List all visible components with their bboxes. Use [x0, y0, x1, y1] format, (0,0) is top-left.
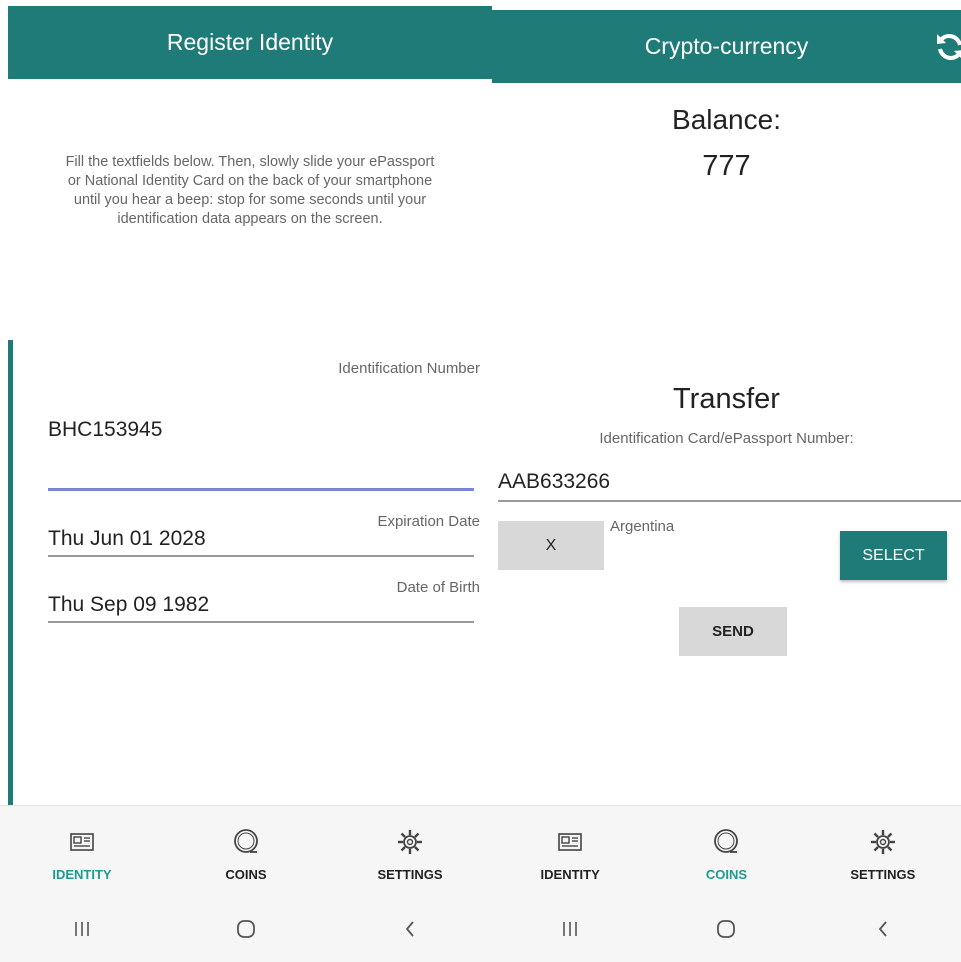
recipient-number-underline [498, 500, 961, 502]
nav-identity[interactable]: IDENTITY [492, 806, 648, 901]
nav-settings[interactable]: SETTINGS [805, 806, 961, 901]
refresh-icon[interactable] [933, 30, 961, 64]
recipient-number-field[interactable]: AAB633266 [498, 470, 610, 494]
id-number-field[interactable]: BHC153945 [48, 418, 162, 442]
recent-apps-button[interactable] [492, 917, 648, 946]
nav-settings-label: SETTINGS [850, 867, 916, 882]
bottom-nav: IDENTITY COINS SETTINGS [0, 805, 492, 901]
expiration-date-underline [48, 555, 474, 557]
system-nav-bar [492, 900, 961, 962]
instructions-text: Fill the textfields below. Then, slowly … [65, 154, 435, 227]
nav-identity-label: IDENTITY [52, 867, 112, 882]
back-button[interactable] [805, 917, 961, 946]
back-icon [398, 917, 422, 946]
home-icon [234, 917, 258, 946]
nav-settings-label: SETTINGS [377, 867, 443, 882]
send-button[interactable]: SEND [679, 607, 787, 656]
expiration-date-field[interactable]: Thu Jun 01 2028 [48, 527, 206, 551]
date-of-birth-label: Date of Birth [396, 579, 480, 596]
bottom-nav: IDENTITY COINS SETTINGS [492, 805, 961, 901]
app-bar: Register Identity [8, 6, 492, 79]
expiration-date-label: Expiration Date [377, 513, 480, 530]
home-button[interactable] [648, 917, 804, 946]
recent-apps-button[interactable] [0, 917, 164, 946]
nav-coins-label: COINS [705, 867, 748, 882]
register-identity-screen: Register Identity Fill the textfields be… [0, 0, 492, 962]
back-icon [871, 917, 895, 946]
gear-icon [394, 826, 426, 863]
app-bar: Crypto-currency [492, 10, 961, 83]
balance-value: 777 [702, 150, 751, 182]
balance-label: Balance: [672, 104, 781, 135]
id-number-label: Identification Number [338, 360, 480, 377]
id-number-underline [48, 488, 474, 491]
recent-apps-icon [70, 917, 94, 946]
gear-icon [867, 826, 899, 863]
recent-apps-icon [558, 917, 582, 946]
select-country-button[interactable]: SELECT [840, 531, 947, 580]
nav-settings[interactable]: SETTINGS [328, 806, 492, 901]
transfer-subtitle: Identification Card/ePassport Number: [599, 430, 854, 447]
nav-coins-label: COINS [225, 867, 267, 882]
page-title: Register Identity [166, 29, 334, 55]
home-icon [714, 917, 738, 946]
system-nav-bar [0, 900, 492, 962]
nav-coins[interactable]: COINS [164, 806, 328, 901]
nav-coins[interactable]: COINS [648, 806, 804, 901]
coin-icon [710, 826, 742, 863]
id-card-icon [554, 826, 586, 863]
country-label: Argentina [610, 518, 675, 535]
date-of-birth-field[interactable]: Thu Sep 09 1982 [48, 593, 209, 617]
date-of-birth-underline [48, 621, 474, 623]
clear-country-button[interactable]: X [498, 521, 604, 570]
form-accent-bar [8, 340, 13, 805]
nav-identity[interactable]: IDENTITY [0, 806, 164, 901]
transfer-title: Transfer [673, 383, 780, 415]
crypto-currency-screen: Crypto-currency Balance: 777 Transfer Id… [492, 0, 961, 962]
home-button[interactable] [164, 917, 328, 946]
nav-identity-label: IDENTITY [540, 867, 600, 882]
id-card-icon [66, 826, 98, 863]
coin-icon [230, 826, 262, 863]
page-title: Crypto-currency [644, 33, 809, 59]
back-button[interactable] [328, 917, 492, 946]
